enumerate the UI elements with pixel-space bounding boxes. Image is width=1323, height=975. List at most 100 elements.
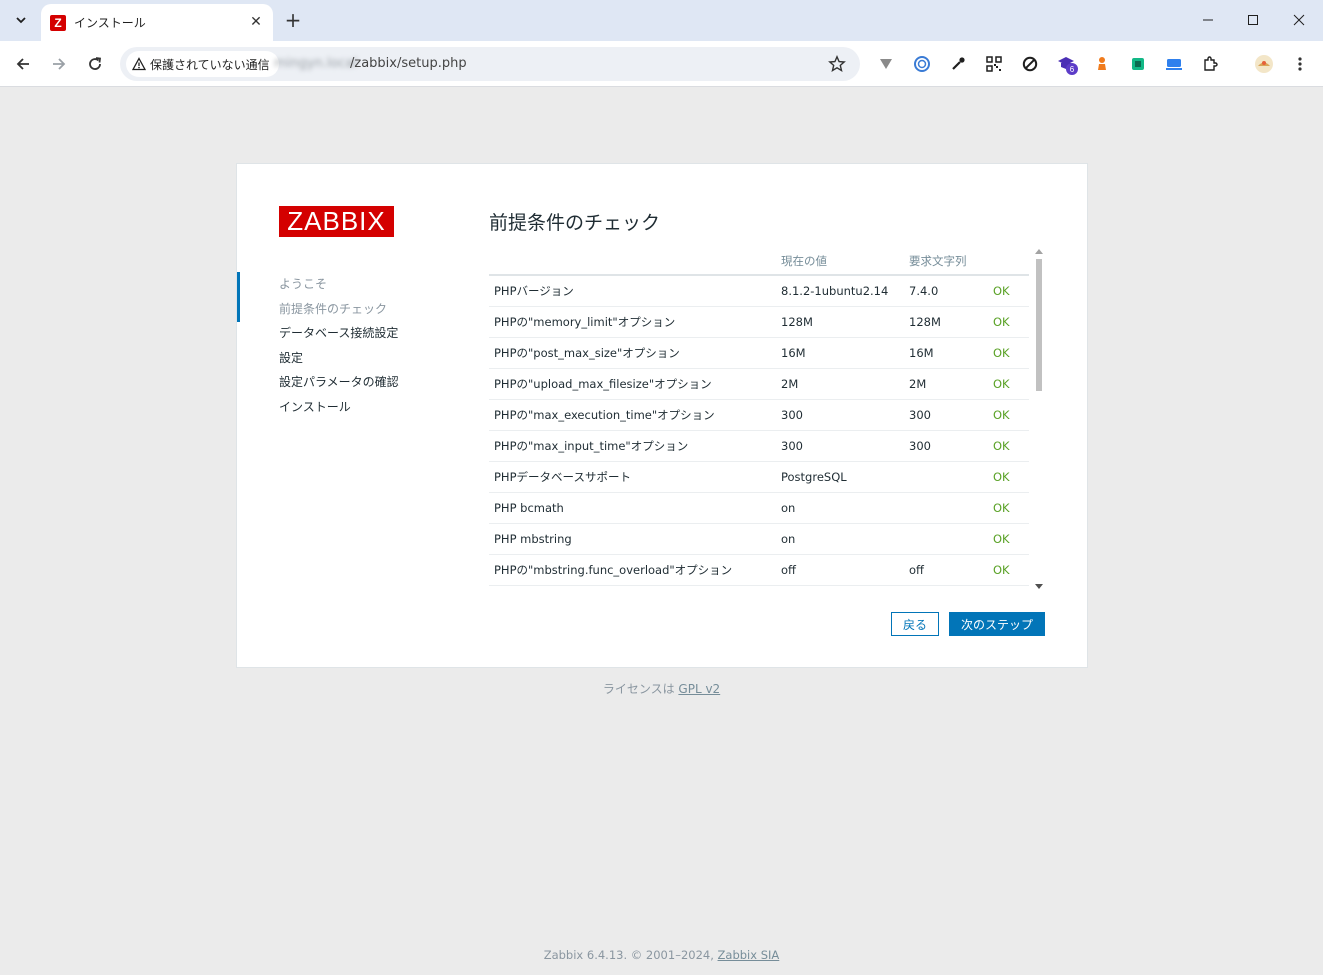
graduation-cap-extension-icon[interactable]: 6 — [1056, 54, 1078, 75]
table-row: PHP bcmath on OK — [489, 492, 1029, 524]
status-cell: OK — [988, 368, 1029, 400]
status-cell: OK — [988, 461, 1029, 493]
page-footer: Zabbix 6.4.13. © 2001–2024, Zabbix SIA — [0, 948, 1323, 962]
status-cell: OK — [988, 275, 1029, 307]
browser-titlebar: Z インストール ✕ + — [0, 0, 1323, 41]
footer-copyright: Zabbix 6.4.13. © 2001–2024, — [543, 948, 714, 962]
required-value-cell — [904, 492, 988, 524]
scroll-thumb[interactable] — [1036, 259, 1042, 391]
back-button[interactable]: 戻る — [891, 612, 939, 636]
puzzle-extensions-icon[interactable] — [1200, 54, 1220, 74]
current-value-cell: 2M — [776, 368, 904, 400]
current-value-cell: on — [776, 492, 904, 524]
eyedropper-icon[interactable] — [948, 54, 968, 74]
v-extension-icon[interactable] — [876, 54, 896, 74]
current-value-cell: PostgreSQL — [776, 461, 904, 493]
table-row: PHPの"memory_limit"オプション 128M 128M OK — [489, 306, 1029, 338]
required-value-cell: 2M — [904, 368, 988, 400]
table-scrollbar[interactable] — [1033, 247, 1045, 591]
check-name-cell: PHPデータベースサポート — [489, 461, 776, 493]
page-title: 前提条件のチェック — [489, 212, 661, 234]
current-value-cell: 300 — [776, 399, 904, 431]
ring-extension-icon[interactable] — [912, 54, 932, 74]
window-extension-icon[interactable] — [1164, 54, 1184, 74]
chess-piece-extension-icon[interactable] — [1092, 54, 1112, 74]
scroll-up-arrow-icon[interactable] — [1035, 249, 1043, 254]
url-path: /zabbix/setup.php — [350, 56, 467, 71]
security-chip[interactable]: 保護されていない通信 — [126, 51, 279, 77]
required-value-cell: 7.4.0 — [904, 275, 988, 307]
menu-dots-icon[interactable] — [1290, 54, 1310, 74]
qr-code-icon[interactable] — [984, 54, 1004, 74]
next-step-button[interactable]: 次のステップ — [949, 612, 1045, 636]
browser-toolbar: 保護されていない通信 mingyn.local /zabbix/setup.ph… — [0, 41, 1323, 87]
scroll-down-arrow-icon[interactable] — [1035, 584, 1043, 589]
block-icon[interactable] — [1020, 54, 1040, 74]
zabbix-logo: ZABBIX — [279, 206, 394, 237]
tab-title: インストール — [74, 16, 146, 30]
license-notice: ライセンスは GPL v2 — [0, 680, 1323, 697]
setup-step: 設定パラメータの確認 — [279, 375, 399, 390]
check-name-cell: PHP bcmath — [489, 492, 776, 524]
profile-avatar-icon[interactable] — [1254, 54, 1274, 74]
maximize-icon[interactable] — [1240, 8, 1266, 32]
capture-extension-icon[interactable] — [1128, 54, 1148, 74]
check-name-cell: PHPバージョン — [489, 275, 776, 307]
column-header-required: 要求文字列 — [904, 247, 988, 276]
tab-close-icon[interactable]: ✕ — [247, 13, 265, 31]
bookmark-star-icon[interactable] — [828, 55, 846, 73]
status-cell: OK — [988, 306, 1029, 338]
reload-icon[interactable] — [82, 51, 108, 77]
check-name-cell: PHPの"post_max_size"オプション — [489, 337, 776, 369]
prerequisites-table: 現在の値 要求文字列 PHPバージョン 8.1.2-1ubuntu2.14 7.4.… — [489, 247, 1029, 586]
status-cell: OK — [988, 399, 1029, 431]
extension-badge: 6 — [1066, 63, 1078, 75]
required-value-cell: 128M — [904, 306, 988, 338]
browser-tab[interactable]: Z インストール ✕ — [41, 4, 273, 41]
security-label: 保護されていない通信 — [150, 57, 270, 72]
table-row: PHPデータベースサポート PostgreSQL OK — [489, 461, 1029, 493]
status-cell: OK — [988, 492, 1029, 524]
current-value-cell: 300 — [776, 430, 904, 462]
prerequisites-table-container[interactable]: 現在の値 要求文字列 PHPバージョン 8.1.2-1ubuntu2.14 7.4.… — [489, 247, 1045, 587]
required-value-cell: 300 — [904, 430, 988, 462]
table-row: PHPの"mbstring.func_overload"オプション off off O… — [489, 554, 1029, 586]
close-window-icon[interactable] — [1286, 8, 1312, 32]
setup-step: ようこそ — [279, 277, 328, 291]
zabbix-sia-link[interactable]: Zabbix SIA — [718, 948, 780, 962]
url-host: mingyn.local — [274, 56, 358, 71]
license-prefix: ライセンスは — [602, 682, 675, 696]
chevron-down-icon — [16, 17, 26, 24]
required-value-cell — [904, 523, 988, 555]
check-name-cell: PHPの"upload_max_filesize"オプション — [489, 368, 776, 400]
required-value-cell: off — [904, 554, 988, 586]
zabbix-favicon-icon: Z — [50, 14, 66, 31]
required-value-cell: 300 — [904, 399, 988, 431]
setup-panel: ZABBIX ようこそ 前提条件のチェック データベース接続設定 設定 設定パラメータの… — [236, 163, 1088, 668]
column-header-current-value: 現在の値 — [776, 247, 904, 276]
current-value-cell: 8.1.2-1ubuntu2.14 — [776, 275, 904, 307]
setup-step: インストール — [279, 399, 351, 414]
forward-arrow-icon[interactable] — [46, 51, 72, 77]
address-bar[interactable]: 保護されていない通信 mingyn.local /zabbix/setup.ph… — [120, 47, 860, 81]
setup-step: 設定 — [279, 350, 304, 365]
table-row: PHP mbstring on OK — [489, 523, 1029, 555]
table-row: PHPの"max_input_time"オプション 300 300 OK — [489, 430, 1029, 462]
new-tab-button[interactable]: + — [282, 8, 304, 32]
required-value-cell — [904, 461, 988, 493]
check-name-cell: PHP mbstring — [489, 523, 776, 555]
setup-step: 前提条件のチェック — [279, 301, 388, 316]
table-row: PHPの"upload_max_filesize"オプション 2M 2M OK — [489, 368, 1029, 400]
current-value-cell: off — [776, 554, 904, 586]
check-name-cell: PHPの"memory_limit"オプション — [489, 306, 776, 338]
tab-search-button[interactable] — [6, 6, 36, 34]
column-header-status — [988, 247, 1029, 276]
minimize-icon[interactable] — [1195, 8, 1221, 32]
column-header-check — [489, 247, 776, 276]
check-name-cell: PHPの"max_execution_time"オプション — [489, 399, 776, 431]
current-value-cell: on — [776, 523, 904, 555]
back-arrow-icon[interactable] — [10, 51, 36, 77]
gpl-license-link[interactable]: GPL v2 — [678, 682, 720, 696]
check-name-cell: PHPの"max_input_time"オプション — [489, 430, 776, 462]
status-cell: OK — [988, 337, 1029, 369]
